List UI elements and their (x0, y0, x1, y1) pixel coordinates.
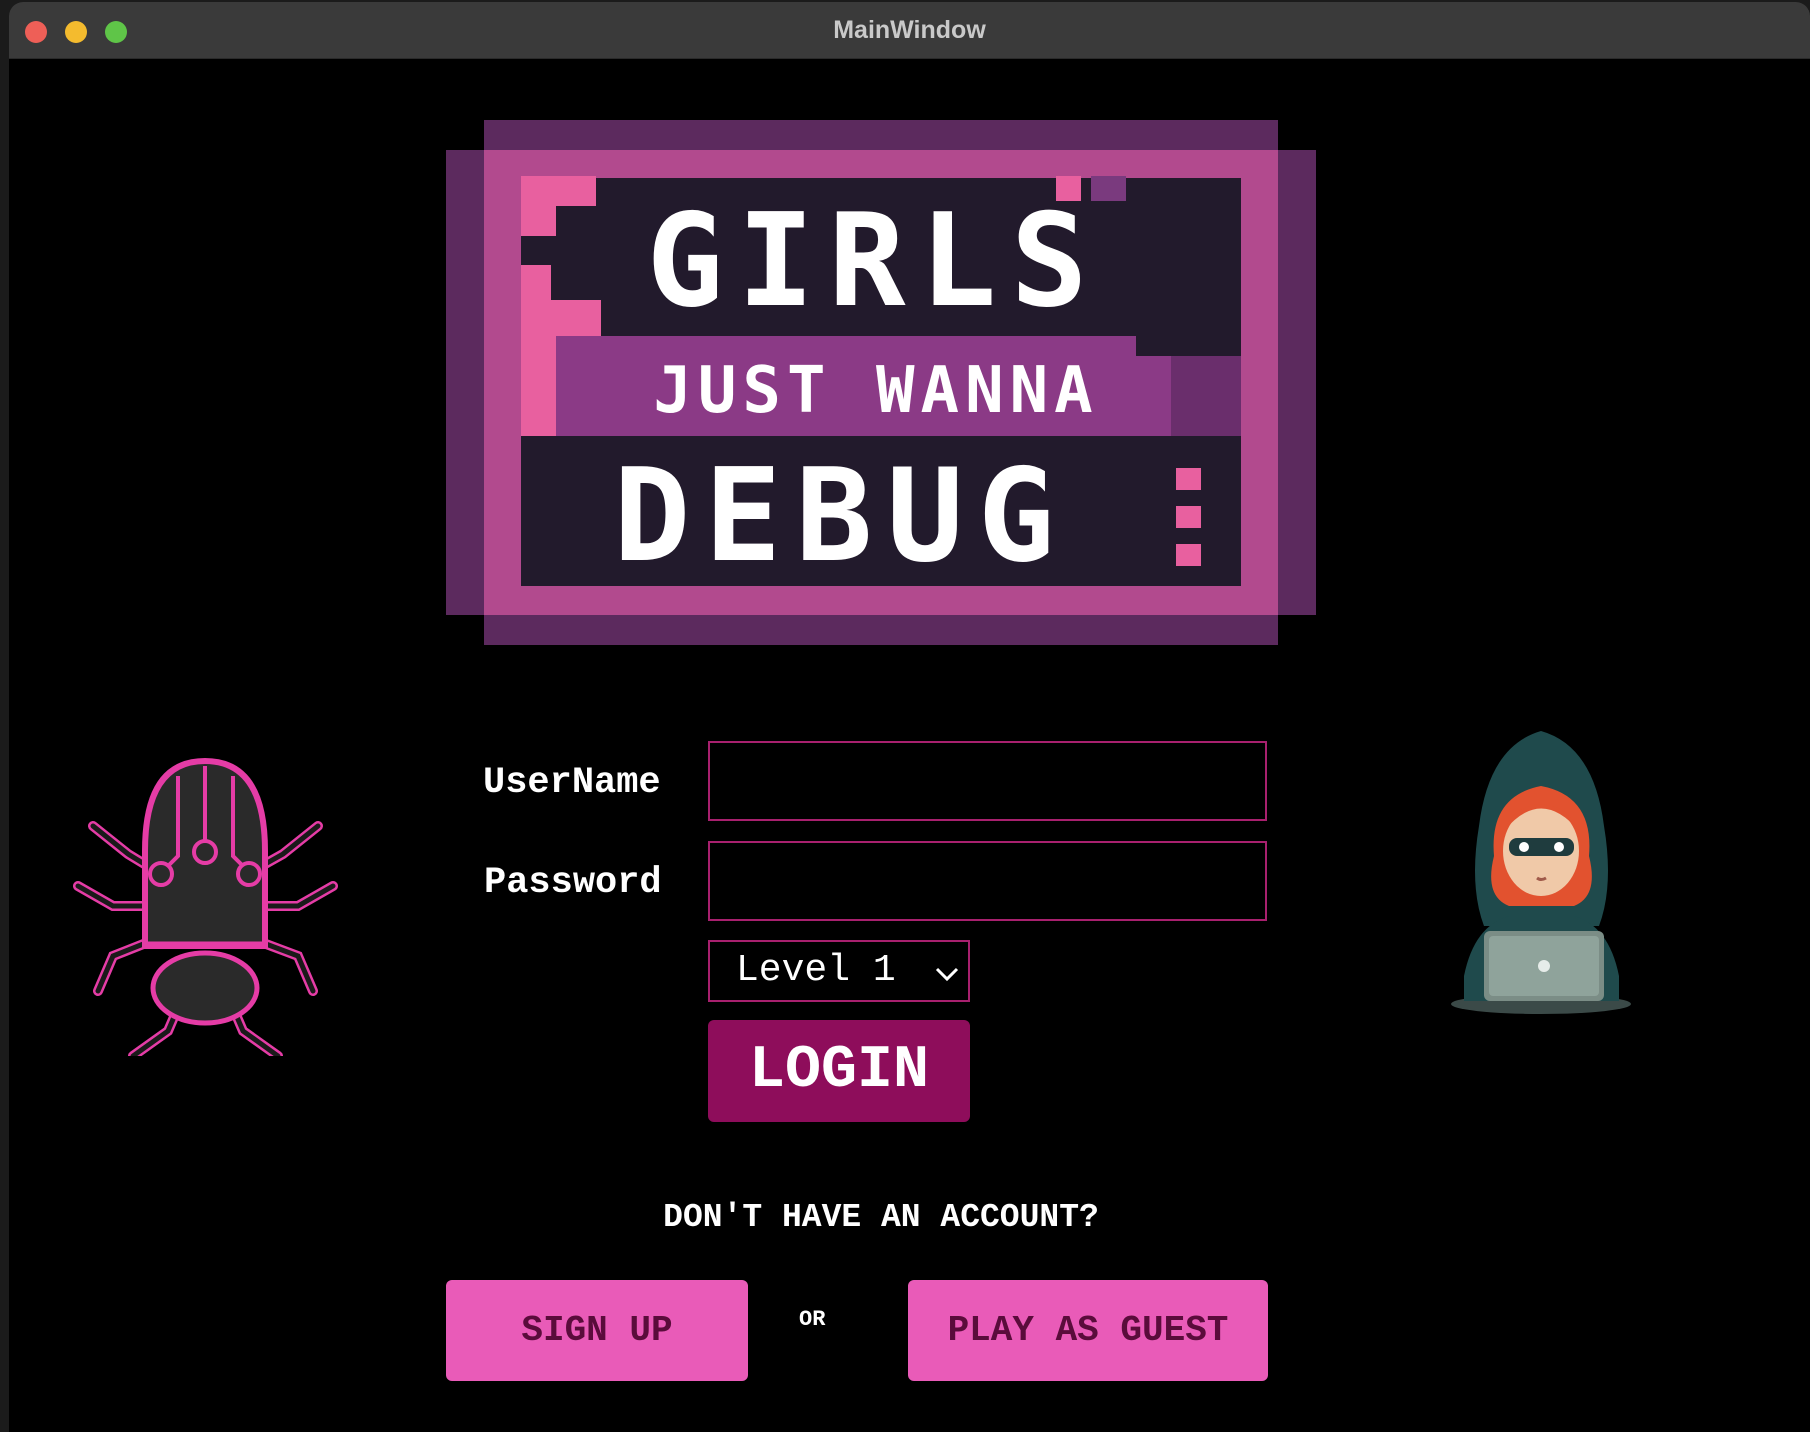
password-field[interactable] (708, 841, 1267, 921)
hacker-girl-icon (1451, 731, 1631, 1014)
svg-text:GIRLS: GIRLS (646, 187, 1101, 336)
logo-line3: DEBUG (613, 442, 1068, 591)
svg-text:DEBUG: DEBUG (613, 442, 1068, 591)
username-field[interactable] (708, 741, 1267, 821)
game-logo: GIRLS JUST WANNA DEBUG (446, 120, 1316, 645)
chevron-down-icon (935, 967, 959, 982)
or-separator: OR (799, 1307, 826, 1332)
bug-icon (73, 757, 338, 1056)
level-select-value: Level 1 (736, 949, 896, 992)
logo-line2: JUST WANNA (653, 354, 1098, 428)
logo-line1: GIRLS (646, 187, 1101, 336)
password-label: Password (484, 862, 662, 904)
sign-up-button[interactable]: SIGN UP (446, 1280, 748, 1381)
no-account-prompt: DON'T HAVE AN ACCOUNT? (663, 1199, 1099, 1236)
svg-text:JUST WANNA: JUST WANNA (653, 354, 1098, 428)
login-button[interactable]: LOGIN (708, 1020, 970, 1122)
play-as-guest-button[interactable]: PLAY AS GUEST (908, 1280, 1268, 1381)
username-label: UserName (483, 762, 661, 804)
title-bar: MainWindow (9, 2, 1810, 59)
window-title: MainWindow (833, 16, 986, 44)
main-window: MainWindow GIRLS JUST WANNA DEBUG UserNa… (9, 2, 1810, 1432)
level-select[interactable]: Level 1 (708, 940, 970, 1002)
